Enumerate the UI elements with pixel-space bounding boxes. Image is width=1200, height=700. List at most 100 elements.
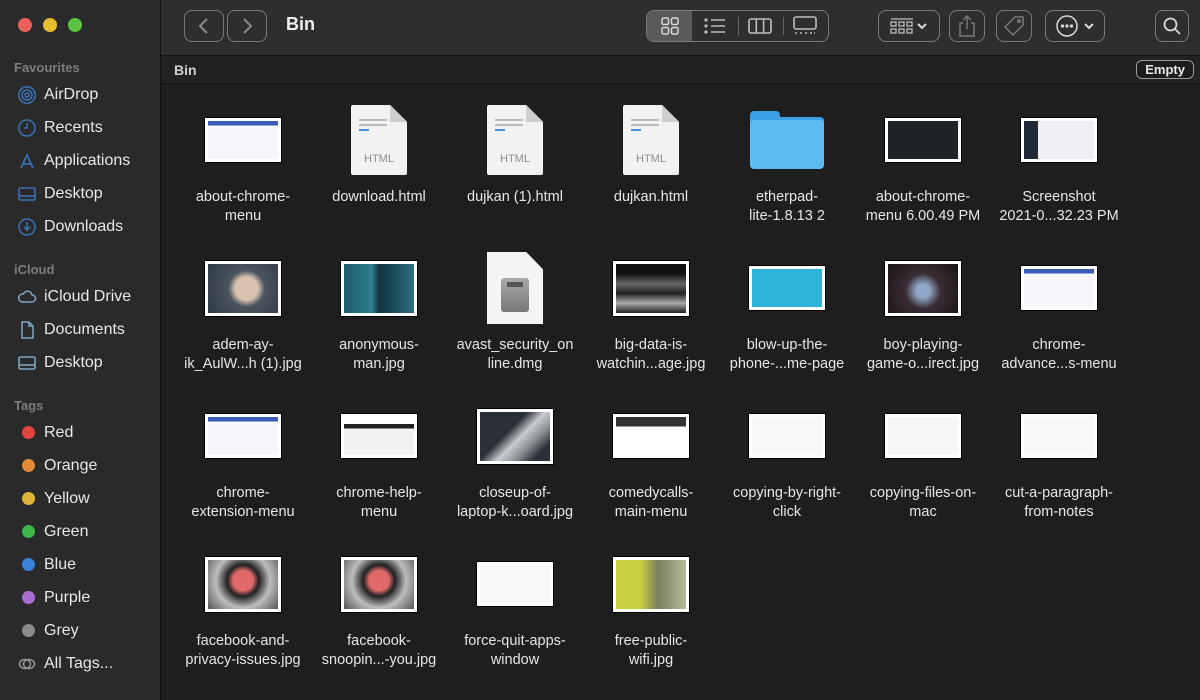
- image-thumbnail: [749, 414, 825, 458]
- share-button[interactable]: [949, 10, 985, 42]
- image-thumbnail: [341, 260, 417, 316]
- forward-button[interactable]: [227, 10, 267, 42]
- file-name: chrome- extension-menu: [191, 485, 295, 520]
- file-name: closeup-of- laptop-k...oard.jpg: [456, 485, 574, 520]
- sidebar-item-icloud-desktop[interactable]: Desktop: [0, 346, 160, 379]
- search-button[interactable]: [1155, 10, 1189, 42]
- file-item[interactable]: avast_security_on line.dmg: [447, 248, 583, 396]
- file-item[interactable]: HTML dujkan (1).html: [447, 100, 583, 248]
- file-item[interactable]: facebook- snoopin...-you.jpg: [311, 544, 447, 692]
- minimize-window-button[interactable]: [43, 18, 57, 32]
- empty-bin-button[interactable]: Empty: [1136, 60, 1194, 79]
- sidebar-tags: Tags Red Orange Yellow Green Blue Purple…: [0, 396, 160, 680]
- sidebar-tag-grey[interactable]: Grey: [0, 614, 160, 647]
- file-name: etherpad- lite-1.8.13 2: [749, 189, 825, 224]
- file-name: chrome-help- menu: [336, 485, 422, 520]
- desktop-icon: [16, 353, 38, 373]
- action-menu-button[interactable]: [1045, 10, 1105, 42]
- tag-color-dot-icon: [22, 624, 35, 637]
- sidebar-item-label: Recents: [44, 118, 103, 136]
- file-name: copying-files-on- mac: [869, 485, 977, 520]
- file-item[interactable]: etherpad- lite-1.8.13 2: [719, 100, 855, 248]
- sidebar-all-tags[interactable]: All Tags...: [0, 647, 160, 680]
- sidebar-item-desktop[interactable]: Desktop: [0, 177, 160, 210]
- file-name: dujkan (1).html: [467, 189, 563, 205]
- file-name: about-chrome- menu: [195, 189, 291, 224]
- file-item[interactable]: adem-ay- ik_AulW...h (1).jpg: [175, 248, 311, 396]
- file-item[interactable]: chrome- extension-menu: [175, 396, 311, 544]
- chevron-down-icon: [1084, 23, 1094, 30]
- sidebar-item-label: Downloads: [44, 217, 124, 235]
- gallery-view-button[interactable]: [782, 11, 828, 41]
- file-item[interactable]: big-data-is- watchin...age.jpg: [583, 248, 719, 396]
- sidebar-item-icloud-drive[interactable]: iCloud Drive: [0, 280, 160, 313]
- file-item[interactable]: about-chrome- menu 6.00.49 PM: [855, 100, 991, 248]
- file-item[interactable]: closeup-of- laptop-k...oard.jpg: [447, 396, 583, 544]
- image-thumbnail: [341, 414, 417, 458]
- list-view-button[interactable]: [692, 11, 737, 41]
- file-item[interactable]: about-chrome- menu: [175, 100, 311, 248]
- file-item[interactable]: HTML download.html: [311, 100, 447, 248]
- file-item[interactable]: Screenshot 2021-0...32.23 PM: [991, 100, 1127, 248]
- file-item[interactable]: facebook-and- privacy-issues.jpg: [175, 544, 311, 692]
- sidebar-tag-green[interactable]: Green: [0, 515, 160, 548]
- file-item[interactable]: cut-a-paragraph- from-notes: [991, 396, 1127, 544]
- folder-icon: [750, 111, 824, 169]
- file-name: blow-up-the- phone-...me-page: [729, 337, 845, 372]
- file-item[interactable]: comedycalls- main-menu: [583, 396, 719, 544]
- image-thumbnail: [1021, 118, 1097, 162]
- group-by-icon: [890, 18, 913, 34]
- file-item[interactable]: force-quit-apps- window: [447, 544, 583, 692]
- file-item[interactable]: anonymous- man.jpg: [311, 248, 447, 396]
- file-item[interactable]: blow-up-the- phone-...me-page: [719, 248, 855, 396]
- file-item[interactable]: copying-by-right- click: [719, 396, 855, 544]
- sidebar-item-label: iCloud Drive: [44, 287, 132, 305]
- file-item[interactable]: chrome- advance...s-menu: [991, 248, 1127, 396]
- tag-color-dot-icon: [22, 591, 35, 604]
- file-name: comedycalls- main-menu: [608, 485, 694, 520]
- image-thumbnail: [1021, 414, 1097, 458]
- clock-icon: [16, 118, 38, 138]
- search-icon: [1163, 17, 1181, 35]
- file-item[interactable]: chrome-help- menu: [311, 396, 447, 544]
- file-item[interactable]: boy-playing- game-o...irect.jpg: [855, 248, 991, 396]
- image-thumbnail: [205, 118, 281, 162]
- image-thumbnail: [477, 408, 553, 464]
- sidebar-item-label: All Tags...: [44, 654, 114, 672]
- image-thumbnail: [1021, 266, 1097, 310]
- sidebar-tag-red[interactable]: Red: [0, 416, 160, 449]
- sidebar-item-label: Red: [44, 423, 74, 441]
- sidebar-tag-blue[interactable]: Blue: [0, 548, 160, 581]
- group-by-button[interactable]: [878, 10, 940, 42]
- sidebar-item-airdrop[interactable]: AirDrop: [0, 78, 160, 111]
- sidebar-item-recents[interactable]: Recents: [0, 111, 160, 144]
- sidebar-tag-yellow[interactable]: Yellow: [0, 482, 160, 515]
- file-name: download.html: [332, 189, 426, 205]
- file-item[interactable]: copying-files-on- mac: [855, 396, 991, 544]
- tag-button[interactable]: [996, 10, 1032, 42]
- sidebar-item-applications[interactable]: Applications: [0, 144, 160, 177]
- window-controls: [18, 18, 82, 32]
- icon-view-button[interactable]: [647, 11, 693, 41]
- main-pane: Bin Bin Empty about-chrome- menu HTML do…: [161, 0, 1200, 700]
- back-button[interactable]: [184, 10, 224, 42]
- file-item[interactable]: free-public- wifi.jpg: [583, 544, 719, 692]
- sidebar-tag-orange[interactable]: Orange: [0, 449, 160, 482]
- sidebar: Favourites AirDrop Recents Applications …: [0, 0, 161, 700]
- sidebar-item-label: Desktop: [44, 353, 103, 371]
- column-view-button[interactable]: [737, 11, 783, 41]
- file-name: force-quit-apps- window: [464, 633, 566, 668]
- tag-color-dot-icon: [22, 525, 35, 538]
- tag-color-dot-icon: [22, 426, 35, 439]
- close-window-button[interactable]: [18, 18, 32, 32]
- tag-color-dot-icon: [22, 492, 35, 505]
- sidebar-item-downloads[interactable]: Downloads: [0, 210, 160, 243]
- zoom-window-button[interactable]: [68, 18, 82, 32]
- sidebar-tag-purple[interactable]: Purple: [0, 581, 160, 614]
- file-name: dujkan.html: [613, 189, 689, 205]
- image-thumbnail: [205, 414, 281, 458]
- file-name: free-public- wifi.jpg: [614, 633, 688, 668]
- chevron-down-icon: [917, 23, 927, 30]
- sidebar-item-documents[interactable]: Documents: [0, 313, 160, 346]
- file-item[interactable]: HTML dujkan.html: [583, 100, 719, 248]
